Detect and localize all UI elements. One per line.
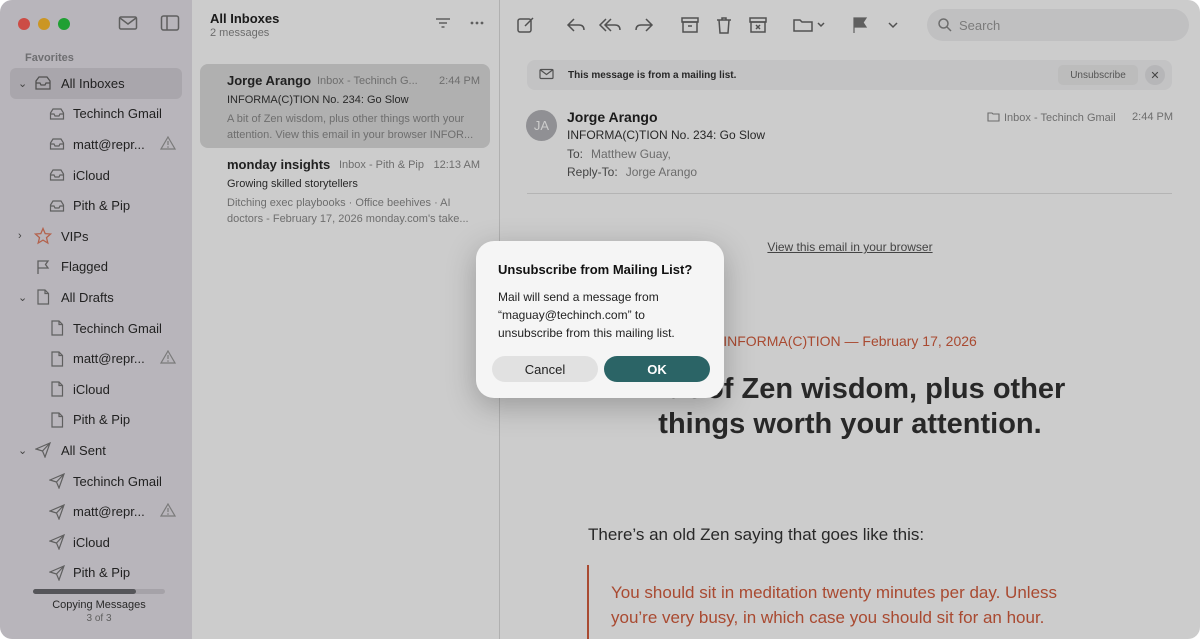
cancel-button[interactable]: Cancel — [492, 356, 598, 382]
unsubscribe-dialog: Unsubscribe from Mailing List? Mail will… — [476, 241, 724, 398]
mail-window: Favorites ⌄ All Inboxes Techinch Gmail matt… — [0, 0, 1200, 639]
dialog-message: Mail will send a message from “maguay@te… — [498, 290, 675, 340]
ok-button[interactable]: OK — [604, 356, 710, 382]
dialog-title: Unsubscribe from Mailing List? — [498, 262, 693, 277]
